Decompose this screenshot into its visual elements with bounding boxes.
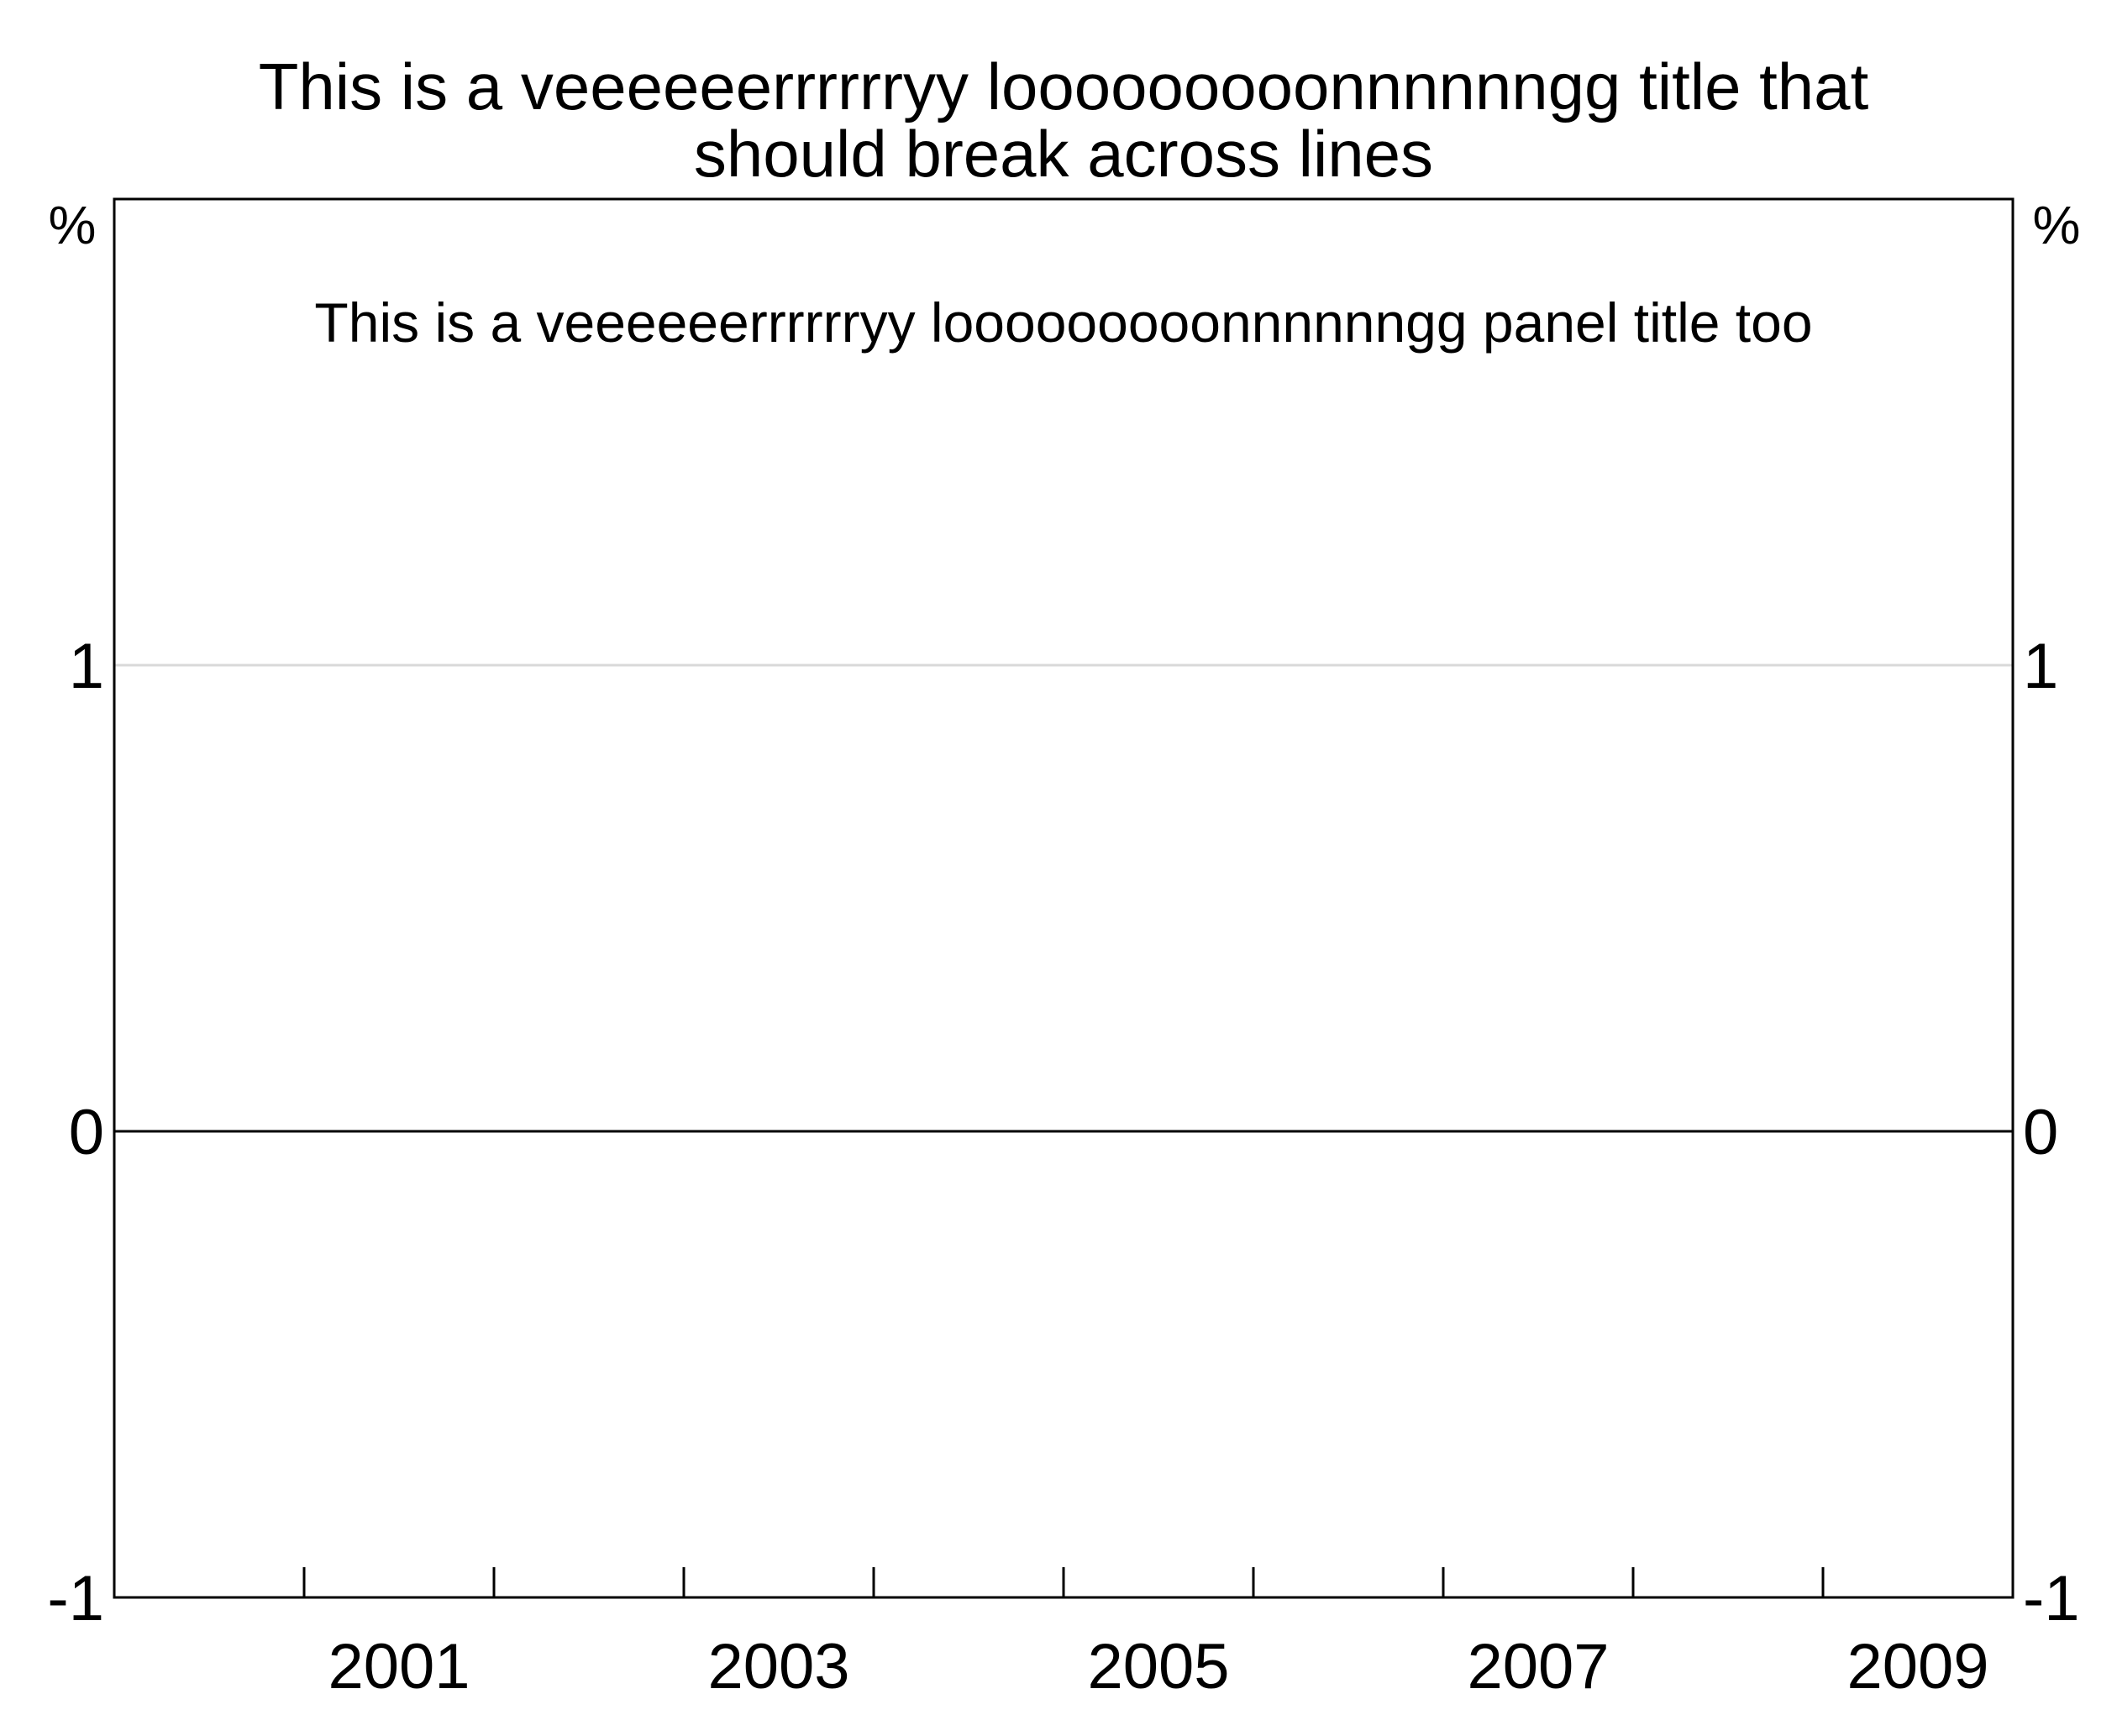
x-tick-label: 2003: [707, 1631, 849, 1702]
y-tick-label-right: 1: [2023, 631, 2058, 702]
chart: This is a veeeeeerrrrrryy looooooooonnnn…: [47, 50, 2081, 1702]
x-tick-label: 2005: [1087, 1631, 1229, 1702]
y-tick-label-left: 0: [69, 1097, 104, 1168]
y-axis-left: -1 0 1: [47, 631, 104, 1634]
x-axis-ticks: [302, 1567, 1825, 1597]
chart-title-line: should break across lines: [694, 117, 1433, 191]
chart-title: This is a veeeeeerrrrrryy looooooooonnnn…: [259, 50, 1869, 191]
y-tick-label-right: -1: [2023, 1563, 2080, 1634]
y-axis-right: -1 0 1: [2023, 631, 2080, 1634]
panel-title: This is a veeeeeerrrrrryy looooooooonnnn…: [314, 291, 1812, 354]
y-tick-label-left: 1: [69, 631, 104, 702]
y-tick-label-left: -1: [47, 1563, 104, 1634]
plot-frame: [113, 197, 2015, 1599]
x-tick-label: 2001: [328, 1631, 470, 1702]
y-unit-left: %: [49, 195, 97, 255]
x-tick-label: 2009: [1846, 1631, 1988, 1702]
x-axis-labels: 2001 2003 2005 2007 2009: [328, 1631, 1988, 1702]
y-tick-label-right: 0: [2023, 1097, 2058, 1168]
chart-title-line: This is a veeeeeerrrrrryy looooooooonnnn…: [259, 50, 1869, 123]
x-tick-label: 2007: [1467, 1631, 1609, 1702]
y-unit-right: %: [2033, 195, 2081, 255]
